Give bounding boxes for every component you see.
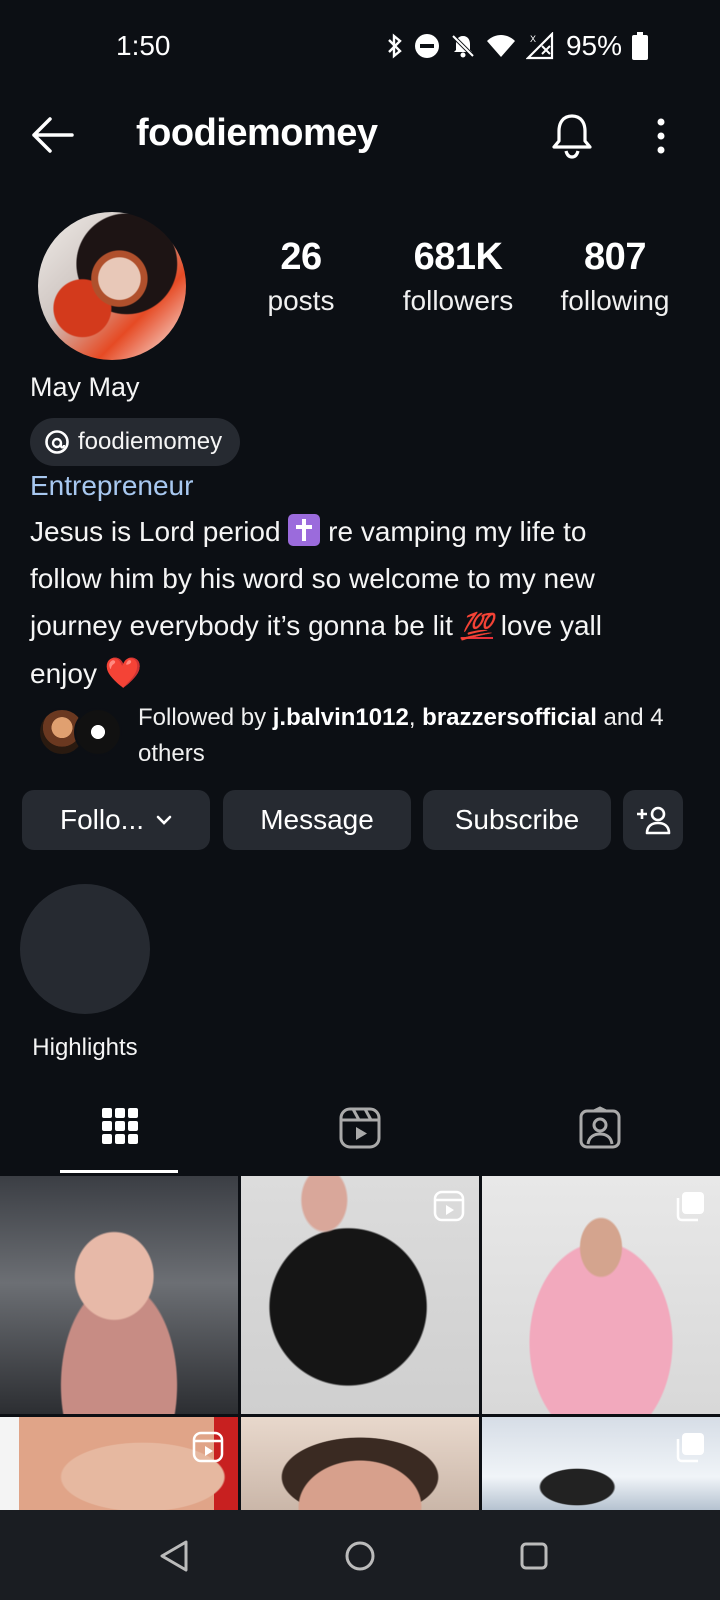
message-button[interactable]: Message — [223, 790, 411, 850]
subscribe-button-label: Subscribe — [454, 804, 580, 835]
posts-label: posts — [267, 285, 335, 316]
tab-tagged[interactable] — [480, 1098, 720, 1174]
add-person-icon — [637, 806, 671, 835]
battery-icon — [632, 32, 648, 60]
following-button-label: Follo... — [59, 804, 145, 835]
selected-tab-indicator — [60, 1170, 178, 1173]
reels-icon — [339, 1107, 381, 1149]
wifi-icon — [486, 35, 515, 57]
following-button[interactable]: Follo... — [22, 790, 210, 850]
battery-percentage: 95% — [565, 30, 622, 61]
post-thumbnail[interactable] — [0, 1417, 238, 1510]
tab-posts[interactable] — [0, 1098, 240, 1174]
bio-text: journey everybody it’s gonna be lit — [30, 610, 461, 641]
bio-text: enjoy — [30, 658, 105, 689]
carousel-badge-icon — [676, 1433, 704, 1463]
threads-icon — [45, 430, 69, 454]
profile-display-name: May May — [30, 372, 140, 402]
system-navigation-bar — [0, 1510, 720, 1600]
square-recents-icon — [520, 1542, 548, 1570]
hundred-points-icon: 💯 — [460, 611, 494, 641]
nav-back-button[interactable] — [150, 1532, 198, 1580]
profile-header: foodiemomey — [0, 104, 720, 168]
circle-home-icon — [345, 1541, 375, 1571]
profile-bio: Jesus is Lord period re vamping my life … — [30, 508, 680, 697]
mutual-followers-text: Followed by j.balvin1012, brazzersoffici… — [138, 704, 664, 767]
post-thumbnail[interactable] — [241, 1417, 479, 1510]
mutual-avatar — [74, 708, 122, 756]
more-options-button[interactable] — [646, 112, 676, 160]
posts-count: 26 — [280, 236, 322, 278]
posts-grid — [0, 1176, 720, 1510]
heart-icon: ❤️ — [104, 657, 143, 690]
post-thumbnail[interactable] — [482, 1417, 720, 1510]
following-label: following — [560, 285, 670, 316]
svg-text:X: X — [530, 34, 536, 44]
arrow-left-icon — [32, 117, 74, 153]
followers-label: followers — [402, 285, 514, 316]
suggest-users-button[interactable] — [623, 790, 683, 850]
followers-stat[interactable]: 681K followers — [378, 236, 538, 317]
nav-recents-button[interactable] — [510, 1532, 558, 1580]
profile-username: foodiemomey — [136, 112, 378, 154]
latin-cross-icon — [288, 514, 321, 546]
mutual-user: j.balvin1012 — [272, 704, 409, 731]
nav-home-button[interactable] — [336, 1532, 384, 1580]
reel-badge-icon — [433, 1190, 465, 1222]
tab-reels[interactable] — [240, 1098, 480, 1174]
no-signal-icon: X — [525, 32, 554, 60]
bluetooth-icon — [388, 33, 402, 59]
notifications-button[interactable] — [548, 110, 596, 160]
mutual-followers[interactable]: Followed by j.balvin1012, brazzersoffici… — [38, 700, 688, 770]
message-button-label: Message — [260, 804, 374, 835]
bio-text: follow him by his word so welcome to my … — [30, 563, 595, 594]
profile-category[interactable]: Entrepreneur — [30, 470, 193, 502]
following-stat[interactable]: 807 following — [540, 236, 690, 317]
threads-handle: foodiemomey — [78, 428, 223, 455]
bio-text: re vamping my life to — [320, 516, 587, 547]
profile-actions: Follo... Message Subscribe — [22, 790, 702, 850]
do-not-disturb-icon — [414, 34, 439, 58]
post-thumbnail[interactable] — [482, 1176, 720, 1414]
status-time: 1:50 — [116, 30, 171, 61]
story-highlight[interactable]: Highlights — [20, 884, 150, 1062]
grid-icon — [102, 1108, 138, 1144]
chevron-down-icon — [156, 815, 172, 825]
bell-icon — [552, 114, 592, 159]
bio-text: Jesus is Lord period — [30, 516, 289, 547]
subscribe-button[interactable]: Subscribe — [423, 790, 611, 850]
profile-tabs — [0, 1098, 720, 1174]
notifications-off-icon — [451, 34, 475, 58]
post-thumbnail[interactable] — [0, 1176, 238, 1414]
status-icons: X 95% — [386, 30, 648, 62]
highlight-label: Highlights — [32, 1034, 138, 1061]
posts-stat[interactable]: 26 posts — [236, 236, 366, 317]
mutual-user: brazzersofficial — [422, 704, 597, 731]
profile-avatar[interactable] — [38, 212, 186, 360]
highlight-cover — [20, 884, 150, 1014]
tagged-icon — [579, 1106, 621, 1149]
carousel-badge-icon — [676, 1192, 704, 1222]
following-count: 807 — [584, 236, 646, 278]
triangle-back-icon — [160, 1540, 188, 1572]
bio-text: love yall — [493, 610, 602, 641]
followers-count: 681K — [413, 236, 503, 278]
post-thumbnail[interactable] — [241, 1176, 479, 1414]
back-button[interactable] — [28, 110, 78, 160]
threads-link[interactable]: foodiemomey — [30, 418, 241, 466]
more-vertical-icon — [657, 118, 665, 154]
reel-badge-icon — [192, 1431, 224, 1463]
status-bar: 1:50 X 95% — [0, 0, 720, 96]
